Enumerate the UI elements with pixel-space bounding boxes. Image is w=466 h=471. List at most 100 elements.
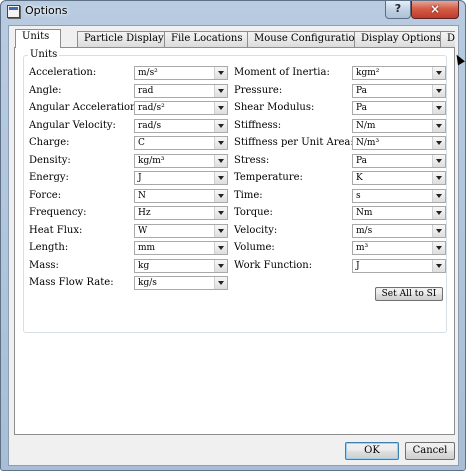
unit-dropdown-angular-acceleration[interactable]: rad/s² (134, 101, 228, 115)
title-bar[interactable]: Options ? × (1, 1, 465, 23)
chevron-down-icon[interactable] (432, 224, 445, 237)
unit-row-density: Density: kg/m³ (29, 153, 228, 168)
unit-dropdown-velocity[interactable]: m/s (352, 223, 446, 238)
unit-dropdown-angle[interactable]: rad (134, 83, 228, 98)
unit-row-time: Time: s (234, 188, 446, 203)
chevron-down-icon[interactable] (214, 119, 227, 132)
unit-dropdown-value: W (138, 225, 148, 236)
unit-dropdown-value: m/s (356, 225, 373, 236)
unit-dropdown-pressure[interactable]: Pa (352, 83, 446, 98)
unit-label-moment-of-inertia: Moment of Inertia: (234, 67, 330, 78)
unit-label-shear-modulus: Shear Modulus: (234, 102, 315, 113)
unit-row-torque: Torque: Nm (234, 206, 446, 220)
unit-row-stress: Stress: Pa (234, 153, 446, 168)
tab-file-locations[interactable]: File Locations (164, 31, 248, 47)
unit-dropdown-value: kg (138, 260, 150, 271)
tab-units[interactable]: Units (15, 29, 61, 48)
unit-dropdown-stiffness[interactable]: N/m (352, 118, 446, 133)
unit-label-time: Time: (234, 189, 263, 201)
unit-dropdown-time[interactable]: s (352, 188, 446, 203)
unit-dropdown-value: kgm² (356, 68, 380, 78)
unit-row-heat-flux: Heat Flux: W (29, 223, 228, 238)
unit-dropdown-heat-flux[interactable]: W (134, 223, 228, 238)
help-button[interactable]: ? (385, 1, 411, 19)
unit-dropdown-charge[interactable]: C (134, 136, 228, 150)
chevron-down-icon[interactable] (432, 84, 445, 97)
unit-label-angular-velocity: Angular Velocity: (29, 119, 116, 131)
unit-dropdown-value: Pa (356, 155, 368, 166)
chevron-down-icon[interactable] (432, 102, 445, 114)
chevron-down-icon[interactable] (214, 154, 227, 167)
unit-dropdown-mass[interactable]: kg (134, 258, 228, 273)
unit-label-pressure: Pressure: (234, 84, 283, 96)
chevron-down-icon[interactable] (432, 67, 445, 79)
unit-dropdown-value: J (356, 260, 360, 271)
close-button[interactable]: × (411, 1, 459, 19)
chevron-down-icon[interactable] (432, 207, 445, 219)
unit-dropdown-energy[interactable]: J (134, 171, 228, 185)
unit-dropdown-stress[interactable]: Pa (352, 153, 446, 168)
tab-bar: Particle Display File Locations Mouse Co… (14, 29, 455, 48)
chevron-down-icon[interactable] (214, 67, 227, 79)
chevron-down-icon[interactable] (214, 224, 227, 237)
unit-dropdown-value: rad/s (138, 120, 162, 131)
chevron-down-icon[interactable] (214, 207, 227, 219)
unit-label-stiffness: Stiffness: (234, 119, 282, 131)
unit-label-stress: Stress: (234, 154, 270, 166)
unit-row-mass: Mass: kg (29, 258, 228, 273)
unit-dropdown-volume[interactable]: m³ (352, 241, 446, 255)
tab-particle-display[interactable]: Particle Display (77, 31, 165, 47)
chevron-down-icon[interactable] (214, 84, 227, 97)
chevron-down-icon[interactable] (432, 137, 445, 149)
cancel-button[interactable]: Cancel (405, 442, 455, 460)
unit-row-temperature: Temperature: K (234, 171, 446, 185)
chevron-down-icon[interactable] (214, 242, 227, 254)
unit-dropdown-shear-modulus[interactable]: Pa (352, 101, 446, 115)
unit-dropdown-length[interactable]: mm (134, 241, 228, 255)
chevron-down-icon[interactable] (432, 189, 445, 202)
unit-dropdown-value: J (138, 173, 142, 183)
unit-dropdown-acceleration[interactable]: m/s² (134, 66, 228, 80)
unit-dropdown-value: rad/s² (138, 103, 165, 113)
tab-display-options[interactable]: Display Options (354, 31, 441, 47)
dialog-body: Particle Display File Locations Mouse Co… (8, 25, 465, 466)
unit-label-frequency: Frequency: (29, 207, 87, 218)
chevron-down-icon[interactable] (214, 137, 227, 149)
chevron-down-icon[interactable] (214, 172, 227, 184)
unit-dropdown-torque[interactable]: Nm (352, 206, 446, 220)
unit-dropdown-value: Hz (138, 208, 151, 218)
chevron-down-icon[interactable] (214, 277, 227, 289)
chevron-down-icon[interactable] (432, 242, 445, 254)
unit-row-mass-flow-rate: Mass Flow Rate: kg/s (29, 276, 228, 290)
chevron-down-icon[interactable] (432, 172, 445, 184)
tab-mouse-configuration[interactable]: Mouse Configuration (247, 31, 355, 47)
unit-dropdown-force[interactable]: N (134, 188, 228, 203)
chevron-down-icon[interactable] (432, 119, 445, 132)
unit-dropdown-frequency[interactable]: Hz (134, 206, 228, 220)
chevron-down-icon[interactable] (432, 154, 445, 167)
tab-data[interactable]: Data (440, 31, 455, 47)
unit-dropdown-value: Pa (356, 103, 368, 113)
chevron-down-icon[interactable] (432, 259, 445, 272)
chevron-down-icon[interactable] (214, 102, 227, 114)
ok-button[interactable]: OK (345, 442, 399, 460)
chevron-down-icon[interactable] (214, 259, 227, 272)
set-all-to-si-button[interactable]: Set All to SI (375, 287, 443, 301)
unit-dropdown-density[interactable]: kg/m³ (134, 153, 228, 168)
unit-dropdown-stiffness-per-unit-area[interactable]: N/m³ (352, 136, 446, 150)
unit-dropdown-moment-of-inertia[interactable]: kgm² (352, 66, 446, 80)
unit-dropdown-temperature[interactable]: K (352, 171, 446, 185)
unit-label-heat-flux: Heat Flux: (29, 224, 83, 236)
unit-dropdown-mass-flow-rate[interactable]: kg/s (134, 276, 228, 290)
unit-dropdown-angular-velocity[interactable]: rad/s (134, 118, 228, 133)
chevron-down-icon[interactable] (214, 189, 227, 202)
unit-label-angular-acceleration: Angular Acceleration: (29, 102, 140, 113)
unit-dropdown-work-function[interactable]: J (352, 258, 446, 273)
unit-dropdown-value: m³ (356, 243, 369, 253)
units-group-title: Units (28, 49, 60, 60)
options-window: Options ? × Particle Display File Locati… (0, 0, 466, 471)
unit-dropdown-value: kg/s (138, 278, 157, 288)
unit-row-shear-modulus: Shear Modulus: Pa (234, 101, 446, 115)
unit-dropdown-value: N (138, 190, 146, 201)
unit-dropdown-value: s (356, 190, 361, 201)
